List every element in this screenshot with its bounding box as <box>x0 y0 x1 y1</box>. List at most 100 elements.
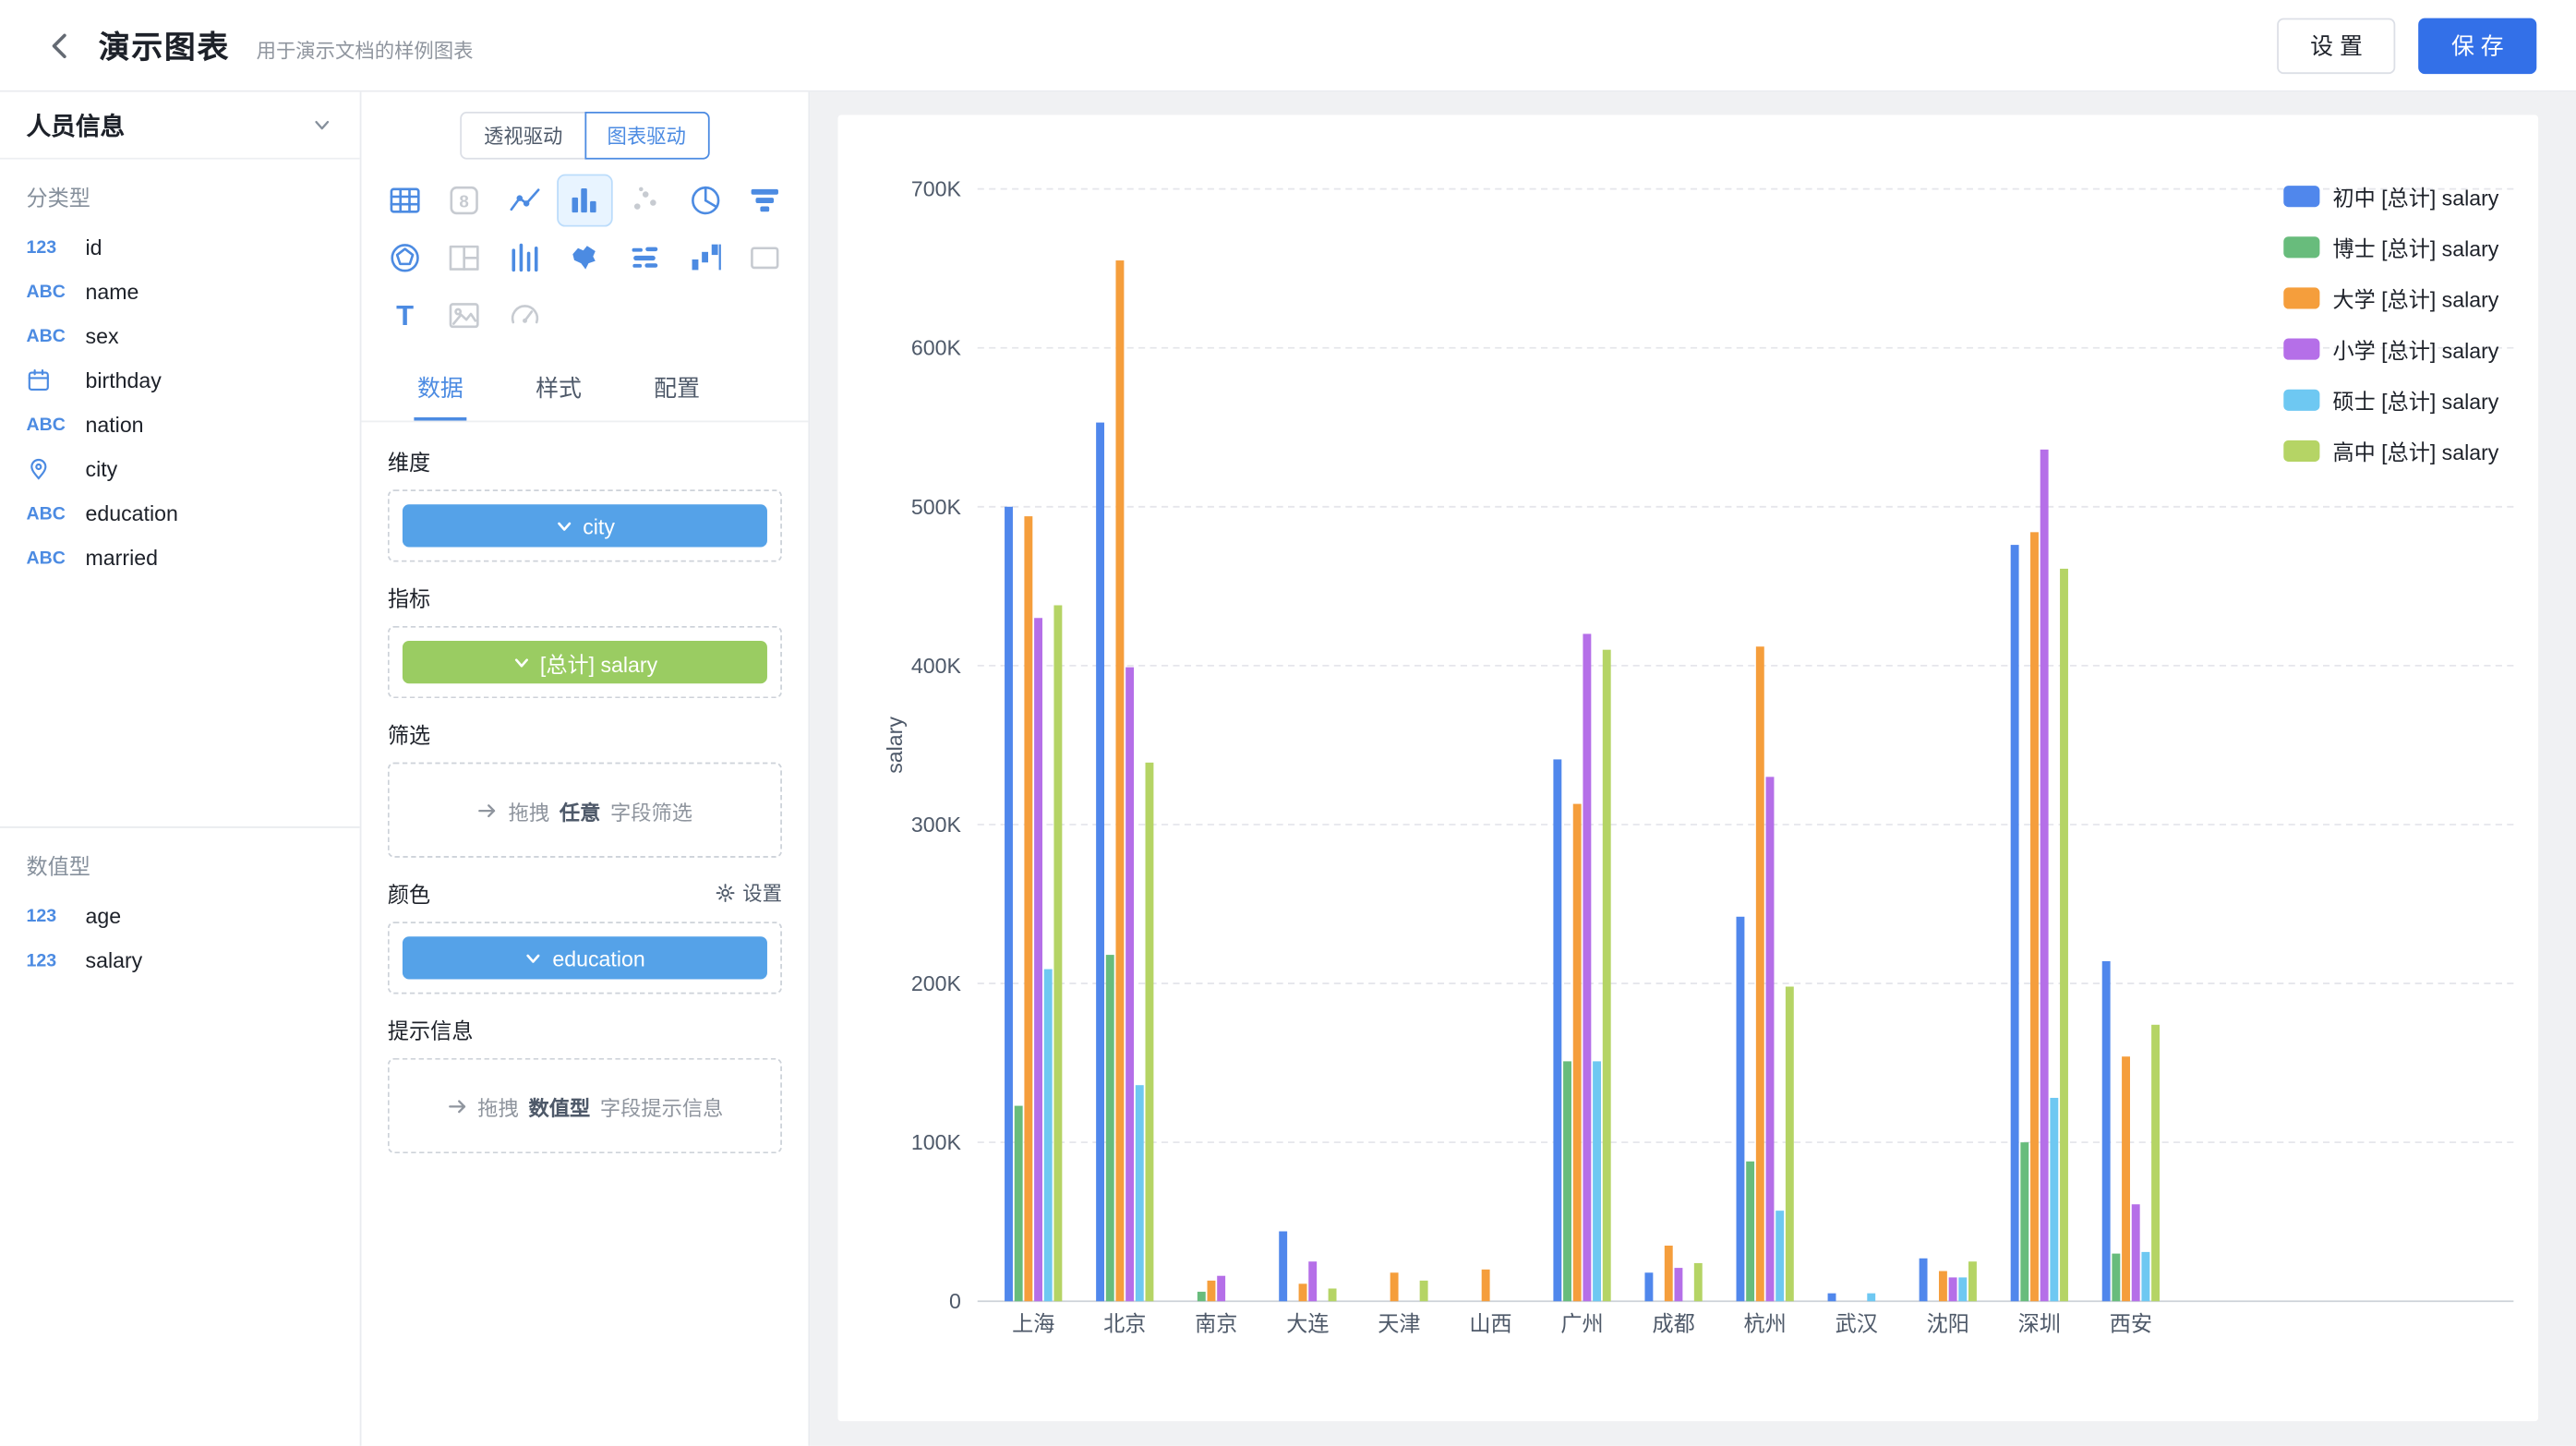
bar-chart-icon[interactable] <box>559 175 611 224</box>
chart-bar[interactable] <box>1756 646 1764 1301</box>
parallel-chart-icon[interactable] <box>499 234 551 283</box>
chart-bar[interactable] <box>1968 1261 1977 1301</box>
chart-bar[interactable] <box>1198 1292 1206 1301</box>
chart-bar[interactable] <box>1867 1294 1875 1302</box>
chart-bar[interactable] <box>1125 668 1134 1302</box>
chart-bar[interactable] <box>1939 1271 1947 1302</box>
color-settings-link[interactable]: 设置 <box>715 879 782 907</box>
legend-item[interactable]: 博士 [总计] salary <box>2283 232 2498 263</box>
field-item-birthday[interactable]: birthday <box>0 358 360 403</box>
chart-bar[interactable] <box>1737 917 1745 1301</box>
chart-bar[interactable] <box>1390 1272 1399 1301</box>
chart-bar[interactable] <box>1005 507 1013 1301</box>
pie-chart-icon[interactable] <box>679 175 731 224</box>
chart-bar[interactable] <box>1329 1288 1337 1301</box>
field-item-city[interactable]: city <box>0 447 360 491</box>
table-icon[interactable] <box>379 175 431 224</box>
chart-bar[interactable] <box>1146 763 1154 1301</box>
waterfall-chart-icon[interactable] <box>679 234 731 283</box>
chart-bar[interactable] <box>1593 1061 1601 1301</box>
chart-bar[interactable] <box>2102 961 2111 1301</box>
line-chart-icon[interactable] <box>499 175 551 224</box>
chart-bar[interactable] <box>2050 1098 2058 1301</box>
color-pill-education[interactable]: education <box>403 936 767 979</box>
chart-bar[interactable] <box>2122 1056 2130 1301</box>
chart-bar[interactable] <box>1044 970 1053 1302</box>
dataset-header[interactable]: 人员信息 <box>0 92 360 160</box>
tab-data[interactable]: 数据 <box>414 356 466 420</box>
chart-bar[interactable] <box>2141 1252 2149 1301</box>
radar-chart-icon[interactable] <box>379 234 431 283</box>
chart-bar[interactable] <box>1644 1272 1653 1301</box>
chart-bar[interactable] <box>1106 955 1114 1301</box>
field-item-name[interactable]: ABCname <box>0 270 360 314</box>
mode-pivot-driven[interactable]: 透视驱动 <box>461 112 585 160</box>
field-item-sex[interactable]: ABCsex <box>0 314 360 358</box>
legend-item[interactable]: 小学 [总计] salary <box>2283 333 2498 365</box>
color-dropzone[interactable]: education <box>388 922 782 994</box>
map-chart-icon[interactable] <box>559 234 611 283</box>
chart-bar[interactable] <box>2020 1142 2028 1301</box>
chart-bar[interactable] <box>1766 777 1775 1301</box>
legend-item[interactable]: 大学 [总计] salary <box>2283 283 2498 314</box>
chart-bar[interactable] <box>2030 532 2039 1301</box>
chart-bar[interactable] <box>1563 1061 1571 1301</box>
chart-bar[interactable] <box>1308 1261 1317 1301</box>
field-item-age[interactable]: 123age <box>0 894 360 938</box>
chart-bar[interactable] <box>2132 1204 2140 1301</box>
tab-style[interactable]: 样式 <box>533 356 585 420</box>
chart-bar[interactable] <box>2040 450 2049 1301</box>
chart-bar[interactable] <box>1958 1277 1967 1301</box>
chart-bar[interactable] <box>1603 650 1611 1302</box>
chart-bar[interactable] <box>2112 1254 2120 1302</box>
chart-bar[interactable] <box>1420 1281 1428 1301</box>
text-icon[interactable]: T <box>379 291 431 340</box>
chart-bar[interactable] <box>1279 1232 1287 1302</box>
tooltip-dropzone[interactable]: 拖拽数值型字段提示信息 <box>388 1058 782 1153</box>
metric-pill-salary[interactable]: [总计] salary <box>403 641 767 683</box>
chart-bar[interactable] <box>1096 423 1104 1302</box>
back-button[interactable] <box>40 24 82 66</box>
mode-chart-driven[interactable]: 图表驱动 <box>584 112 709 160</box>
field-item-education[interactable]: ABCeducation <box>0 491 360 536</box>
field-item-id[interactable]: 123id <box>0 225 360 270</box>
chart-bar[interactable] <box>1674 1268 1682 1301</box>
word-cloud-icon[interactable] <box>619 234 671 283</box>
tab-config[interactable]: 配置 <box>651 356 704 420</box>
dimension-pill-city[interactable]: city <box>403 504 767 547</box>
legend-item[interactable]: 硕士 [总计] salary <box>2283 384 2498 416</box>
chart-bar[interactable] <box>1665 1246 1673 1301</box>
chart-bar[interactable] <box>1136 1085 1144 1301</box>
chart-bar[interactable] <box>1694 1263 1703 1301</box>
field-item-salary[interactable]: 123salary <box>0 938 360 982</box>
chart-bar[interactable] <box>1053 605 1062 1301</box>
field-item-nation[interactable]: ABCnation <box>0 403 360 447</box>
chart-bar[interactable] <box>1583 633 1591 1301</box>
chart-bar[interactable] <box>1034 618 1042 1301</box>
chart-bar[interactable] <box>1828 1294 1836 1302</box>
filter-dropzone[interactable]: 拖拽任意字段筛选 <box>388 763 782 858</box>
chart-bar[interactable] <box>1776 1211 1784 1301</box>
chart-bar[interactable] <box>1920 1259 1928 1301</box>
chart-bar[interactable] <box>1115 260 1124 1301</box>
chart-bar[interactable] <box>2151 1025 2160 1301</box>
settings-button[interactable]: 设 置 <box>2278 18 2396 73</box>
dimension-dropzone[interactable]: city <box>388 489 782 561</box>
metric-dropzone[interactable]: [总计] salary <box>388 626 782 698</box>
chart-bar[interactable] <box>1949 1277 1957 1301</box>
chart-bar[interactable] <box>1573 804 1582 1302</box>
chart-bar[interactable] <box>1217 1276 1225 1302</box>
chart-bar[interactable] <box>1015 1106 1023 1302</box>
chart-bar[interactable] <box>1208 1281 1216 1301</box>
chart-bar[interactable] <box>1024 516 1032 1301</box>
legend-item[interactable]: 初中 [总计] salary <box>2283 181 2498 212</box>
funnel-chart-icon[interactable] <box>739 175 791 224</box>
chart-bar[interactable] <box>1553 759 1561 1301</box>
chart-bar[interactable] <box>1746 1162 1754 1301</box>
chart-bar[interactable] <box>1786 987 1794 1302</box>
save-button[interactable]: 保 存 <box>2418 18 2536 73</box>
chart-bar[interactable] <box>1482 1270 1490 1301</box>
legend-item[interactable]: 高中 [总计] salary <box>2283 436 2498 467</box>
chart-bar[interactable] <box>2011 545 2019 1301</box>
field-item-married[interactable]: ABCmarried <box>0 536 360 580</box>
